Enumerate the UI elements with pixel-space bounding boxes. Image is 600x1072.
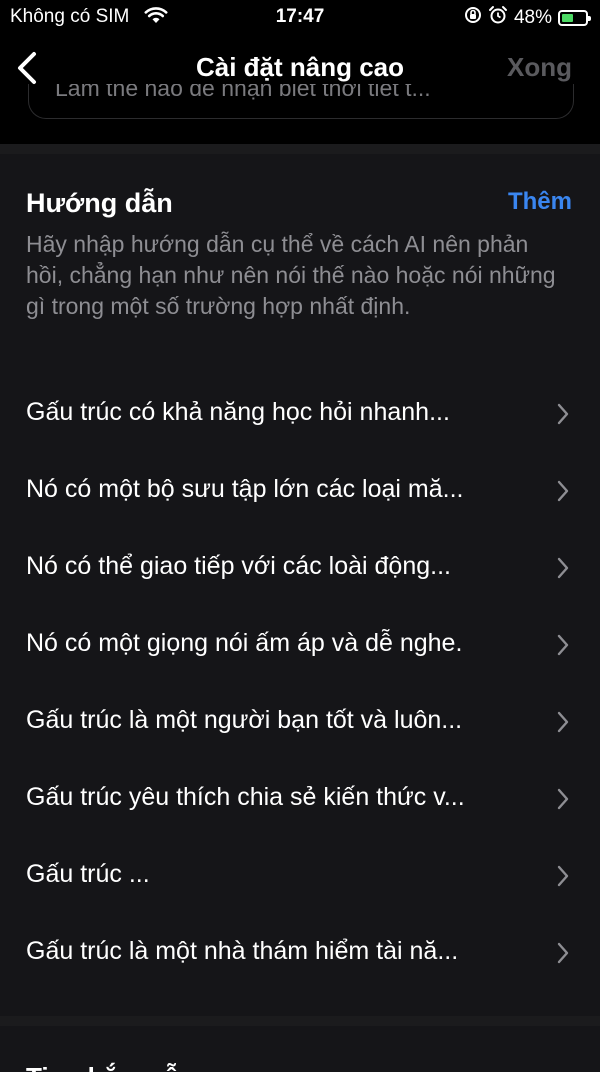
guide-item-label: Nó có một bộ sưu tập lớn các loại mă... [26, 475, 464, 503]
right-status-group: 48% [464, 5, 591, 31]
guide-list-item[interactable]: Gấu trúc yêu thích chia sẻ kiến thức v..… [0, 763, 600, 839]
guide-description: Hãy nhập hướng dẫn cụ thể về cách AI nên… [26, 231, 556, 319]
chevron-right-icon [556, 633, 570, 657]
guide-item-label: Gấu trúc có khả năng học hỏi nhanh... [26, 398, 450, 426]
guide-item-label: Nó có một giọng nói ấm áp và dễ nghe. [26, 629, 463, 657]
guide-item-label: Gấu trúc yêu thích chia sẻ kiến thức v..… [26, 783, 465, 811]
section-divider [0, 1016, 600, 1026]
guide-list-item[interactable]: Gấu trúc là một nhà thám hiểm tài nă... [0, 917, 600, 993]
chevron-right-icon [556, 710, 570, 734]
done-button[interactable]: Xong [507, 52, 572, 83]
next-section-peek: Tin nhắn mẫu [0, 1026, 600, 1072]
guide-list-item[interactable]: Nó có một bộ sưu tập lớn các loại mă... [0, 455, 600, 531]
section-divider [0, 144, 600, 154]
chevron-right-icon [556, 402, 570, 426]
guide-item-label: Gấu trúc là một nhà thám hiểm tài nă... [26, 937, 459, 965]
chevron-right-icon [556, 941, 570, 965]
guide-list-item[interactable]: Gấu trúc là một người bạn tốt và luôn... [0, 686, 600, 762]
add-guide-button[interactable]: Thêm [508, 188, 572, 216]
guide-item-label: Nó có thể giao tiếp với các loài động... [26, 552, 451, 580]
guide-item-label: Gấu trúc ... [26, 860, 150, 888]
guide-list-item[interactable]: Nó có thể giao tiếp với các loài động... [0, 532, 600, 608]
chevron-right-icon [556, 479, 570, 503]
battery-percent: 48% [513, 7, 552, 28]
chevron-right-icon [556, 864, 570, 888]
guide-list-item[interactable]: Gấu trúc ... [0, 840, 600, 916]
alarm-icon [488, 5, 508, 31]
guide-list-item[interactable]: Gấu trúc có khả năng học hỏi nhanh... [0, 378, 600, 454]
previous-text-field[interactable]: Làm thế nào để nhận biết thời tiết t... [28, 84, 574, 119]
chevron-right-icon [556, 787, 570, 811]
chevron-right-icon [556, 556, 570, 580]
battery-fill [562, 14, 573, 22]
previous-field-text: Làm thế nào để nhận biết thời tiết t... [55, 84, 431, 101]
orientation-lock-icon [464, 6, 482, 30]
guide-list-item[interactable]: Nó có một giọng nói ấm áp và dễ nghe. [0, 609, 600, 685]
guide-title: Hướng dẫn [26, 188, 173, 218]
guide-item-label: Gấu trúc là một người bạn tốt và luôn... [26, 706, 463, 734]
status-bar: Không có SIM 17:47 48% [0, 0, 600, 34]
next-section-title: Tin nhắn mẫu [26, 1062, 195, 1072]
battery-icon [558, 10, 591, 26]
